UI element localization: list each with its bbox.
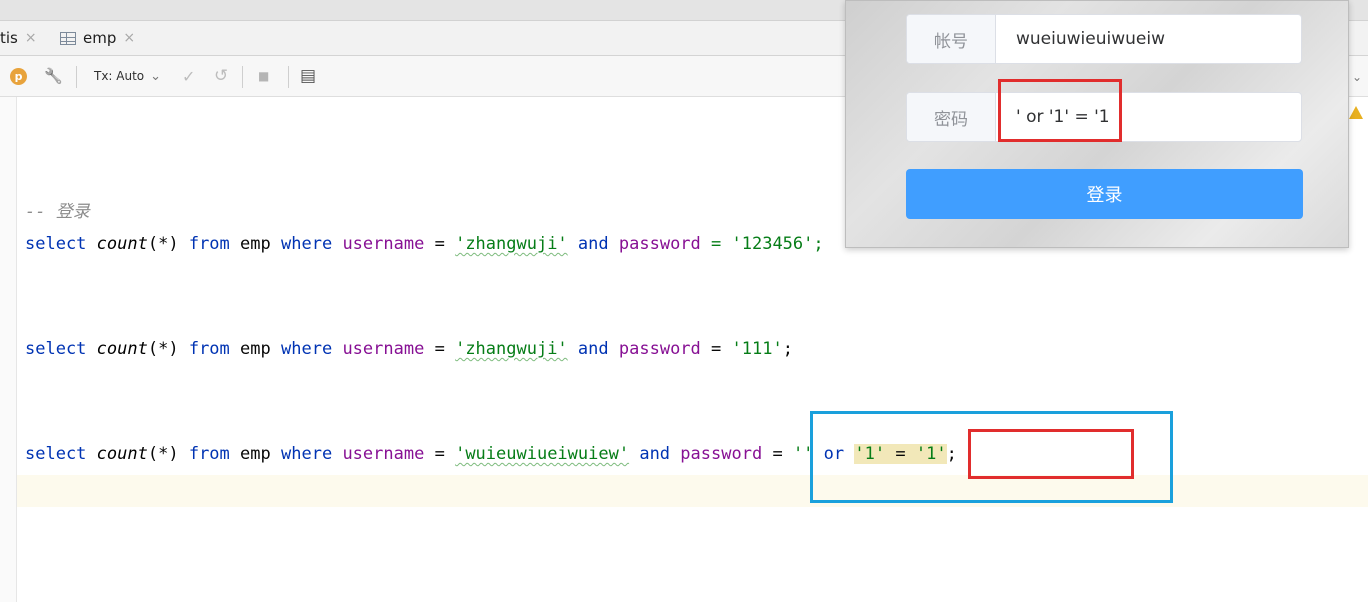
chevron-down-icon: ⌄ — [150, 68, 162, 84]
red-highlight-box — [998, 79, 1122, 142]
table-name: emp — [240, 234, 271, 254]
keyword-from: from — [188, 444, 230, 464]
toolbar-divider — [242, 66, 243, 88]
operator: = — [772, 444, 783, 464]
string-literal: 'zhangwuji' — [455, 234, 568, 254]
operator: = — [434, 234, 445, 254]
wrench-icon: 🔧 — [44, 67, 63, 85]
check-icon: ✓ — [182, 66, 196, 86]
code-line-2: select count(*) from emp where username … — [25, 339, 793, 359]
tab-label: emp — [83, 29, 117, 47]
table-view-button[interactable]: ▤ — [300, 56, 316, 96]
tab-label: tis — [0, 29, 18, 47]
paren: (*) — [147, 339, 179, 359]
toolbar-divider — [76, 66, 77, 88]
tx-mode-label: Tx: Auto — [94, 69, 145, 83]
operator: = — [711, 339, 722, 359]
chevron-down-icon[interactable]: ⌄ — [1352, 70, 1362, 84]
warning-icon[interactable] — [1349, 106, 1363, 119]
tx-mode-dropdown[interactable]: Tx: Auto ⌄ — [94, 56, 161, 96]
keyword-from: from — [188, 339, 230, 359]
function-count: count — [96, 234, 148, 254]
close-icon[interactable]: × — [123, 30, 135, 46]
red-highlight-box — [968, 429, 1134, 479]
table-name: emp — [240, 444, 271, 464]
commit-button[interactable]: ✓ — [182, 56, 195, 96]
keyword-where: where — [281, 339, 333, 359]
column-username: username — [342, 339, 425, 359]
code-line-1: select count(*) from emp where username … — [25, 234, 824, 254]
keyword-and: and — [639, 444, 671, 464]
login-form-overlay: 帐号 wueiuwieuiwueiw 密码 ' or '1' = '1 登录 — [845, 0, 1349, 248]
paren: (*) — [147, 234, 179, 254]
column-username: username — [342, 444, 425, 464]
tab-mybatis[interactable]: tis × — [0, 21, 37, 55]
close-icon[interactable]: × — [25, 30, 37, 46]
function-count: count — [96, 339, 148, 359]
settings-button[interactable]: 🔧 — [44, 56, 63, 96]
string-literal: = '123456'; — [711, 234, 824, 254]
keyword-where: where — [281, 234, 333, 254]
operator: = — [434, 339, 445, 359]
string-literal: '111' — [731, 339, 783, 359]
account-label: 帐号 — [907, 15, 996, 63]
column-password: password — [618, 339, 701, 359]
profile-button[interactable]: p — [10, 56, 27, 96]
editor-gutter — [0, 97, 17, 602]
semicolon: ; — [782, 339, 793, 359]
p-badge-icon: p — [10, 67, 27, 85]
paren: (*) — [147, 444, 179, 464]
rollback-button[interactable]: ↺ — [214, 56, 228, 96]
sql-comment: -- 登录 — [25, 202, 90, 222]
column-password: password — [680, 444, 763, 464]
function-count: count — [96, 444, 148, 464]
table-icon: ▤ — [300, 66, 317, 86]
operator: = — [434, 444, 445, 464]
keyword-where: where — [281, 444, 333, 464]
login-button[interactable]: 登录 — [906, 169, 1303, 219]
account-field[interactable]: 帐号 wueiuwieuiwueiw — [906, 14, 1302, 64]
column-username: username — [342, 234, 425, 254]
toolbar-divider — [288, 66, 289, 88]
keyword-select: select — [25, 234, 87, 254]
keyword-and: and — [577, 339, 609, 359]
password-label: 密码 — [907, 93, 996, 141]
table-name: emp — [240, 339, 271, 359]
stop-icon: ■ — [258, 69, 270, 83]
column-password: password — [618, 234, 701, 254]
keyword-select: select — [25, 339, 87, 359]
keyword-select: select — [25, 444, 87, 464]
account-input[interactable]: wueiuwieuiwueiw — [996, 15, 1301, 63]
tab-emp[interactable]: emp × — [60, 21, 135, 55]
string-literal: 'zhangwuji' — [455, 339, 568, 359]
keyword-and: and — [577, 234, 609, 254]
table-icon — [60, 31, 76, 45]
stop-button[interactable]: ■ — [258, 56, 269, 96]
keyword-from: from — [188, 234, 230, 254]
string-literal: 'wuieuwiueiwuiew' — [455, 444, 630, 464]
undo-icon: ↺ — [214, 66, 229, 86]
code-comment-line: -- 登录 — [25, 197, 90, 222]
